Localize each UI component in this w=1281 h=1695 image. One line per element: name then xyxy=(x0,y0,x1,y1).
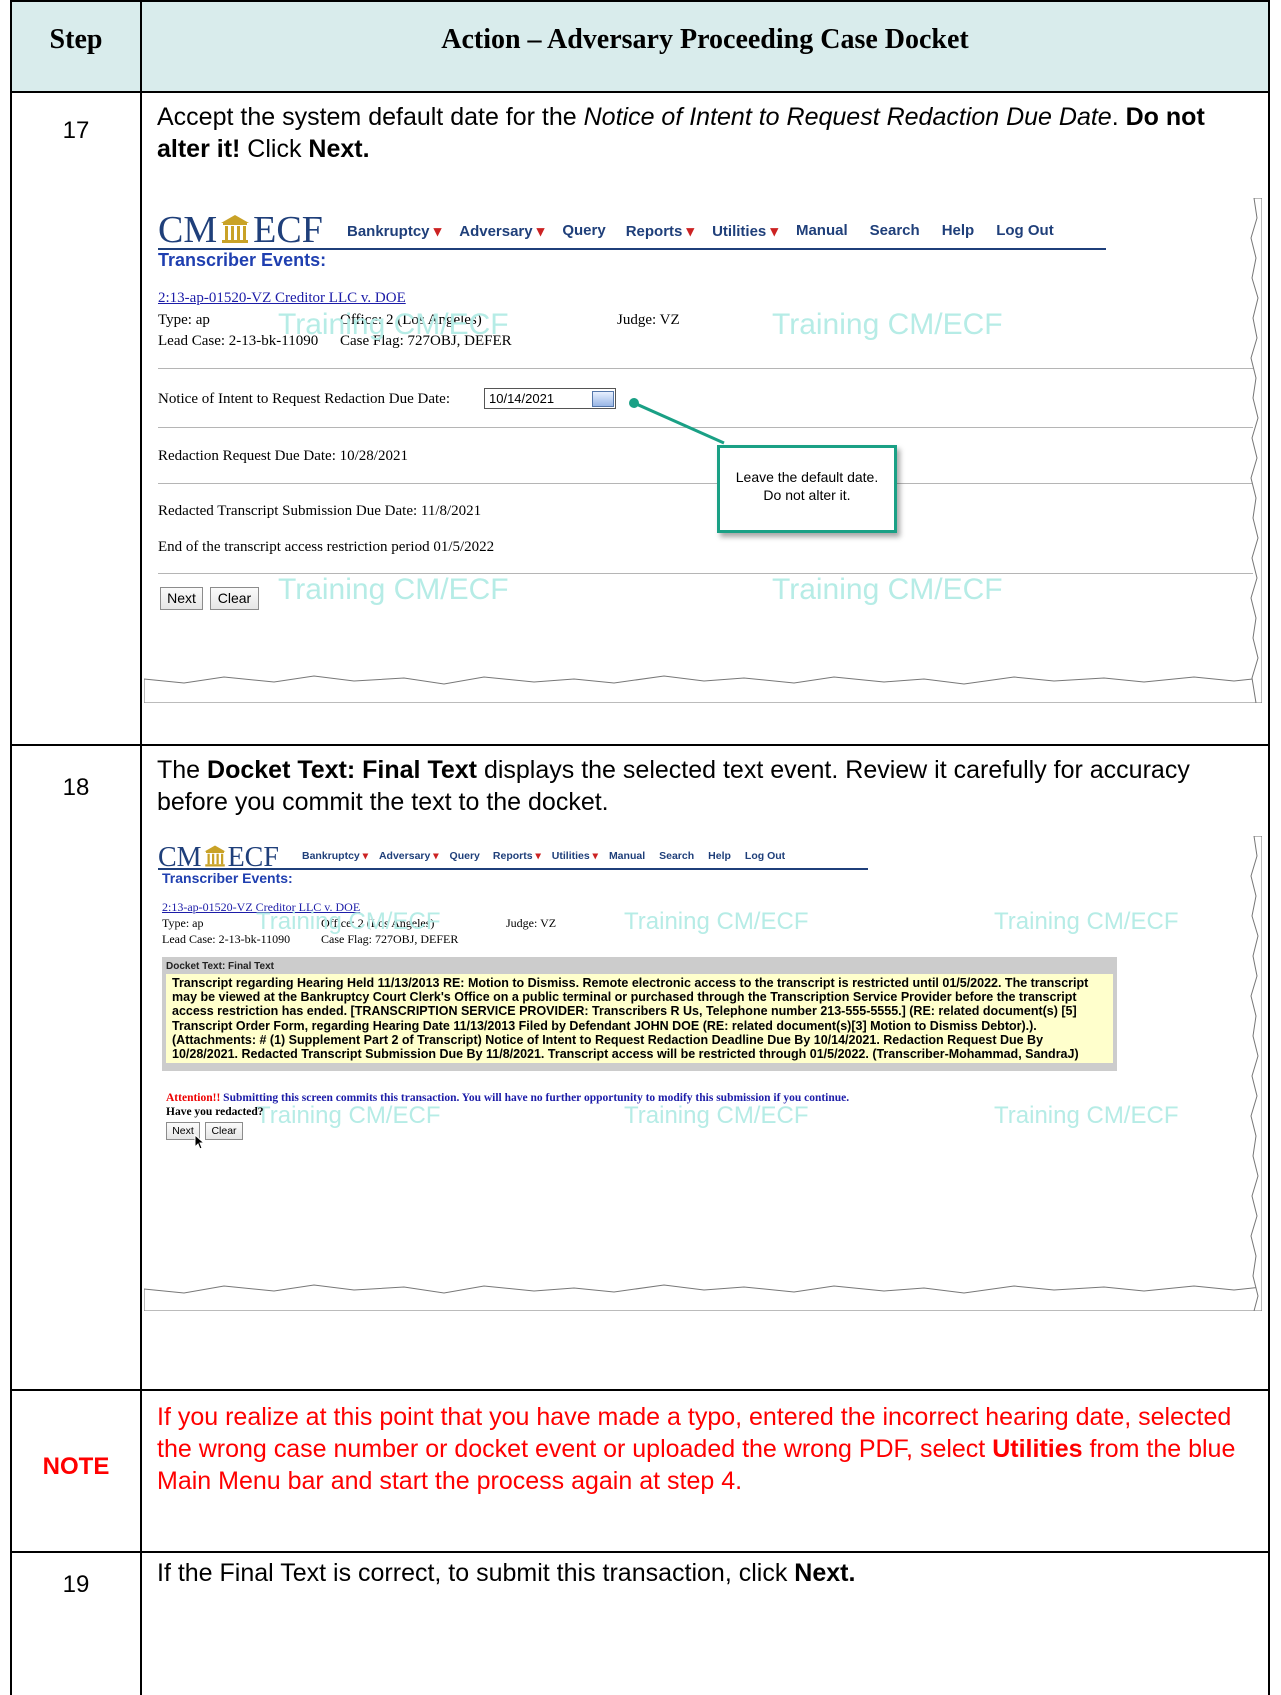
menu-bankruptcy[interactable]: Bankruptcy ▾ xyxy=(302,850,368,862)
step-number: 18 xyxy=(62,774,90,801)
menu-search[interactable]: Search xyxy=(659,850,694,862)
docket-text-panel: Docket Text: Final Text Transcript regar… xyxy=(162,957,1117,1071)
step-column-header: Step xyxy=(49,24,103,55)
table-header: Step Action – Adversary Proceeding Case … xyxy=(12,0,1268,93)
menu-query[interactable]: Query xyxy=(450,850,480,862)
menu-manual[interactable]: Manual xyxy=(796,222,848,240)
courthouse-icon xyxy=(204,845,226,867)
menu-manual[interactable]: Manual xyxy=(609,850,645,862)
redaction-request-date: Redaction Request Due Date: 10/28/2021 xyxy=(158,448,408,464)
torn-edge xyxy=(1250,198,1262,703)
menu-search[interactable]: Search xyxy=(870,222,920,240)
menu-logout[interactable]: Log Out xyxy=(996,222,1053,240)
step-19-row: 19 If the Final Text is correct, to subm… xyxy=(12,1553,1268,1695)
menu-reports[interactable]: Reports ▾ xyxy=(626,222,694,240)
calendar-icon[interactable] xyxy=(592,391,614,407)
have-redacted-prompt: Have you redacted? xyxy=(166,1106,264,1118)
watermark: Training CM/ECF xyxy=(278,573,509,606)
step-18-description: The Docket Text: Final Text displays the… xyxy=(157,756,1190,816)
torn-edge xyxy=(144,675,1262,703)
menu-query[interactable]: Query xyxy=(562,222,605,240)
action-column-header: Action – Adversary Proceeding Case Docke… xyxy=(441,24,969,55)
redacted-submission-date: Redacted Transcript Submission Due Date:… xyxy=(158,503,482,519)
callout-pointer xyxy=(629,398,725,445)
mouse-cursor-icon xyxy=(194,1134,206,1150)
screenshot-transcriber-dates: CM ECF Bankruptcy ▾ Adversary ▾ Query Rep… xyxy=(144,198,1262,703)
main-menu: Bankruptcy ▾ Adversary ▾ Query Reports ▾… xyxy=(302,850,785,862)
docket-final-text: Transcript regarding Hearing Held 11/13/… xyxy=(166,974,1113,1064)
menu-adversary[interactable]: Adversary ▾ xyxy=(459,222,544,240)
watermark: Training CM/ECF xyxy=(772,573,1003,606)
watermark: Training CM/ECF xyxy=(278,308,509,341)
case-type: Type: ap xyxy=(158,312,210,328)
case-judge: Judge: VZ xyxy=(506,916,557,930)
clear-button[interactable]: Clear xyxy=(205,1122,243,1140)
step-number: 17 xyxy=(62,117,90,144)
step-18-row: 18 The Docket Text: Final Text displays … xyxy=(12,746,1268,1391)
callout-note: Leave the default date. Do not alter it. xyxy=(717,445,897,533)
menu-bankruptcy[interactable]: Bankruptcy ▾ xyxy=(347,222,441,240)
watermark: Training CM/ECF xyxy=(772,308,1003,341)
note-row: NOTE If you realize at this point that y… xyxy=(12,1391,1268,1553)
separator xyxy=(158,573,1253,574)
menu-reports[interactable]: Reports ▾ xyxy=(493,850,541,862)
watermark: Training CM/ECF xyxy=(994,908,1179,935)
note-label: NOTE xyxy=(42,1453,110,1480)
separator xyxy=(158,483,1253,484)
next-button[interactable]: Next xyxy=(160,587,203,610)
menu-adversary[interactable]: Adversary ▾ xyxy=(379,850,439,862)
note-text: If you realize at this point that you ha… xyxy=(157,1403,1236,1495)
end-restriction-period: End of the transcript access restriction… xyxy=(158,539,495,555)
step-19-description: If the Final Text is correct, to submit … xyxy=(157,1559,856,1587)
courthouse-icon xyxy=(221,215,250,243)
menu-help[interactable]: Help xyxy=(942,222,975,240)
clear-button[interactable]: Clear xyxy=(210,587,259,610)
torn-edge xyxy=(1250,836,1262,1311)
torn-edge xyxy=(144,1284,1262,1311)
attention-message: Attention!! Submitting this screen commi… xyxy=(166,1092,850,1104)
case-type: Type: ap xyxy=(162,916,204,930)
main-menu: Bankruptcy ▾ Adversary ▾ Query Reports ▾… xyxy=(347,222,1054,240)
notice-date-label: Notice of Intent to Request Redaction Du… xyxy=(158,391,450,407)
docket-text-label: Docket Text: Final Text xyxy=(166,961,274,972)
menu-logout[interactable]: Log Out xyxy=(745,850,785,862)
case-link[interactable]: 2:13-ap-01520-VZ Creditor LLC v. DOE xyxy=(158,290,406,307)
watermark: Training CM/ECF xyxy=(994,1102,1179,1129)
step-17-description: Accept the system default date for the N… xyxy=(157,103,1205,163)
cmecf-logo: CM ECF xyxy=(158,209,323,251)
watermark: Training CM/ECF xyxy=(624,1102,809,1129)
case-judge: Judge: VZ xyxy=(617,312,680,328)
page-title: Transcriber Events: xyxy=(162,870,293,886)
separator xyxy=(158,368,1253,369)
watermark: Training CM/ECF xyxy=(256,908,441,935)
step-number: 19 xyxy=(62,1571,90,1598)
menu-utilities[interactable]: Utilities ▾ xyxy=(552,850,598,862)
watermark: Training CM/ECF xyxy=(256,1102,441,1129)
menu-utilities[interactable]: Utilities ▾ xyxy=(712,222,778,240)
menu-help[interactable]: Help xyxy=(708,850,731,862)
screenshot-docket-final-text: CM ECF Bankruptcy ▾ Adversary ▾ Query Rep… xyxy=(144,836,1262,1311)
step-17-row: 17 Accept the system default date for th… xyxy=(12,93,1268,746)
instruction-table: Step Action – Adversary Proceeding Case … xyxy=(10,0,1270,1695)
watermark: Training CM/ECF xyxy=(624,908,809,935)
page-title: Transcriber Events: xyxy=(158,250,327,270)
